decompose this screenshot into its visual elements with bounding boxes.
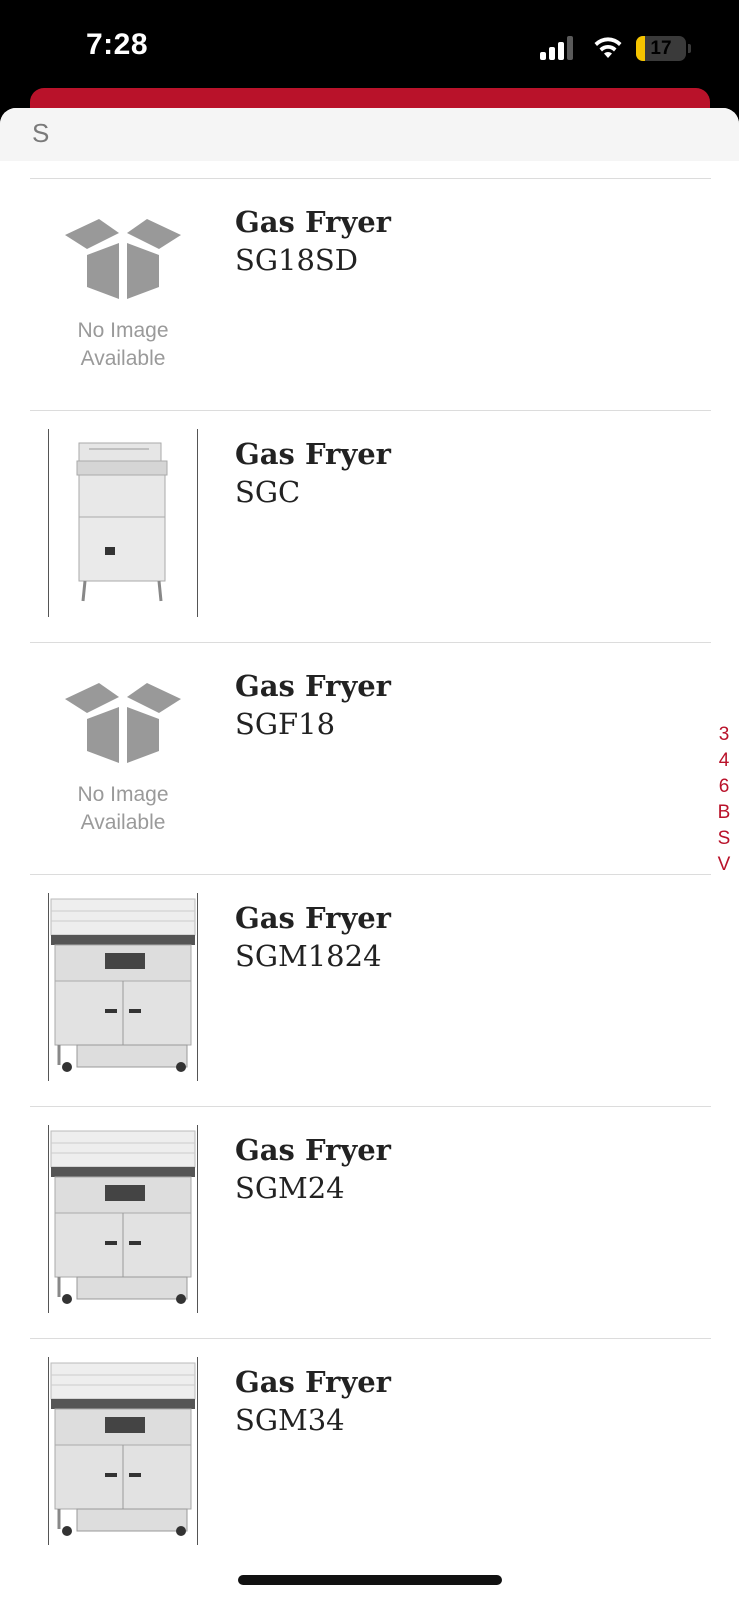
home-indicator: [238, 1575, 502, 1585]
battery-level: 17: [650, 38, 672, 59]
wifi-icon: [594, 37, 622, 58]
product-list-item[interactable]: Gas Fryer SGC: [30, 410, 711, 642]
product-model: SG18SD: [235, 243, 359, 277]
product-title: Gas Fryer: [235, 437, 391, 471]
product-model: SGM34: [235, 1403, 345, 1437]
index-bar[interactable]: 346BSV: [712, 722, 736, 878]
product-sheet: S No Image Available Gas Fryer SG18SD Gas Fr…: [0, 108, 739, 1600]
index-letter[interactable]: S: [712, 826, 736, 852]
product-title: Gas Fryer: [235, 1133, 391, 1167]
status-bar: 7:28 17: [0, 0, 739, 100]
product-title: Gas Fryer: [235, 901, 391, 935]
box-icon: [65, 219, 181, 299]
signal-icon: [540, 36, 578, 60]
battery-cap: [688, 44, 691, 53]
no-image-placeholder: No Image Available: [48, 661, 198, 849]
product-title: Gas Fryer: [235, 669, 391, 703]
fryer-photo-icon: [50, 1130, 196, 1304]
product-title: Gas Fryer: [235, 1365, 391, 1399]
battery-icon: 17: [636, 36, 686, 61]
no-image-label: No Image Available: [77, 783, 169, 834]
status-time: 7:28: [86, 28, 149, 61]
fryer-photo-icon: [50, 1362, 196, 1536]
product-model: SGC: [235, 475, 301, 509]
product-thumbnail: [48, 1125, 198, 1313]
index-letter[interactable]: V: [712, 852, 736, 878]
product-model: SGM1824: [235, 939, 382, 973]
box-icon: [65, 683, 181, 763]
product-title: Gas Fryer: [235, 205, 391, 239]
fryer-photo-icon: [50, 898, 196, 1072]
product-list-item[interactable]: Gas Fryer SGM1824: [30, 874, 711, 1106]
section-header: S: [0, 108, 739, 161]
fryer-photo-icon: [76, 442, 168, 602]
section-letter: S: [32, 118, 50, 148]
index-letter[interactable]: 6: [712, 774, 736, 800]
product-model: SGF18: [235, 707, 336, 741]
product-list-item[interactable]: Gas Fryer SGM34: [30, 1338, 711, 1570]
product-thumbnail: [48, 893, 198, 1081]
index-letter[interactable]: 3: [712, 722, 736, 748]
product-list: No Image Available Gas Fryer SG18SD Gas Frye…: [0, 178, 739, 1570]
product-thumbnail: [48, 429, 198, 617]
product-thumbnail: [48, 1357, 198, 1545]
product-list-item[interactable]: No Image Available Gas Fryer SG18SD: [30, 178, 711, 410]
product-list-item[interactable]: Gas Fryer SGM24: [30, 1106, 711, 1338]
no-image-placeholder: No Image Available: [48, 197, 198, 385]
product-model: SGM24: [235, 1171, 345, 1205]
product-list-item[interactable]: No Image Available Gas Fryer SGF18: [30, 642, 711, 874]
no-image-label: No Image Available: [77, 319, 169, 370]
index-letter[interactable]: 4: [712, 748, 736, 774]
index-letter[interactable]: B: [712, 800, 736, 826]
